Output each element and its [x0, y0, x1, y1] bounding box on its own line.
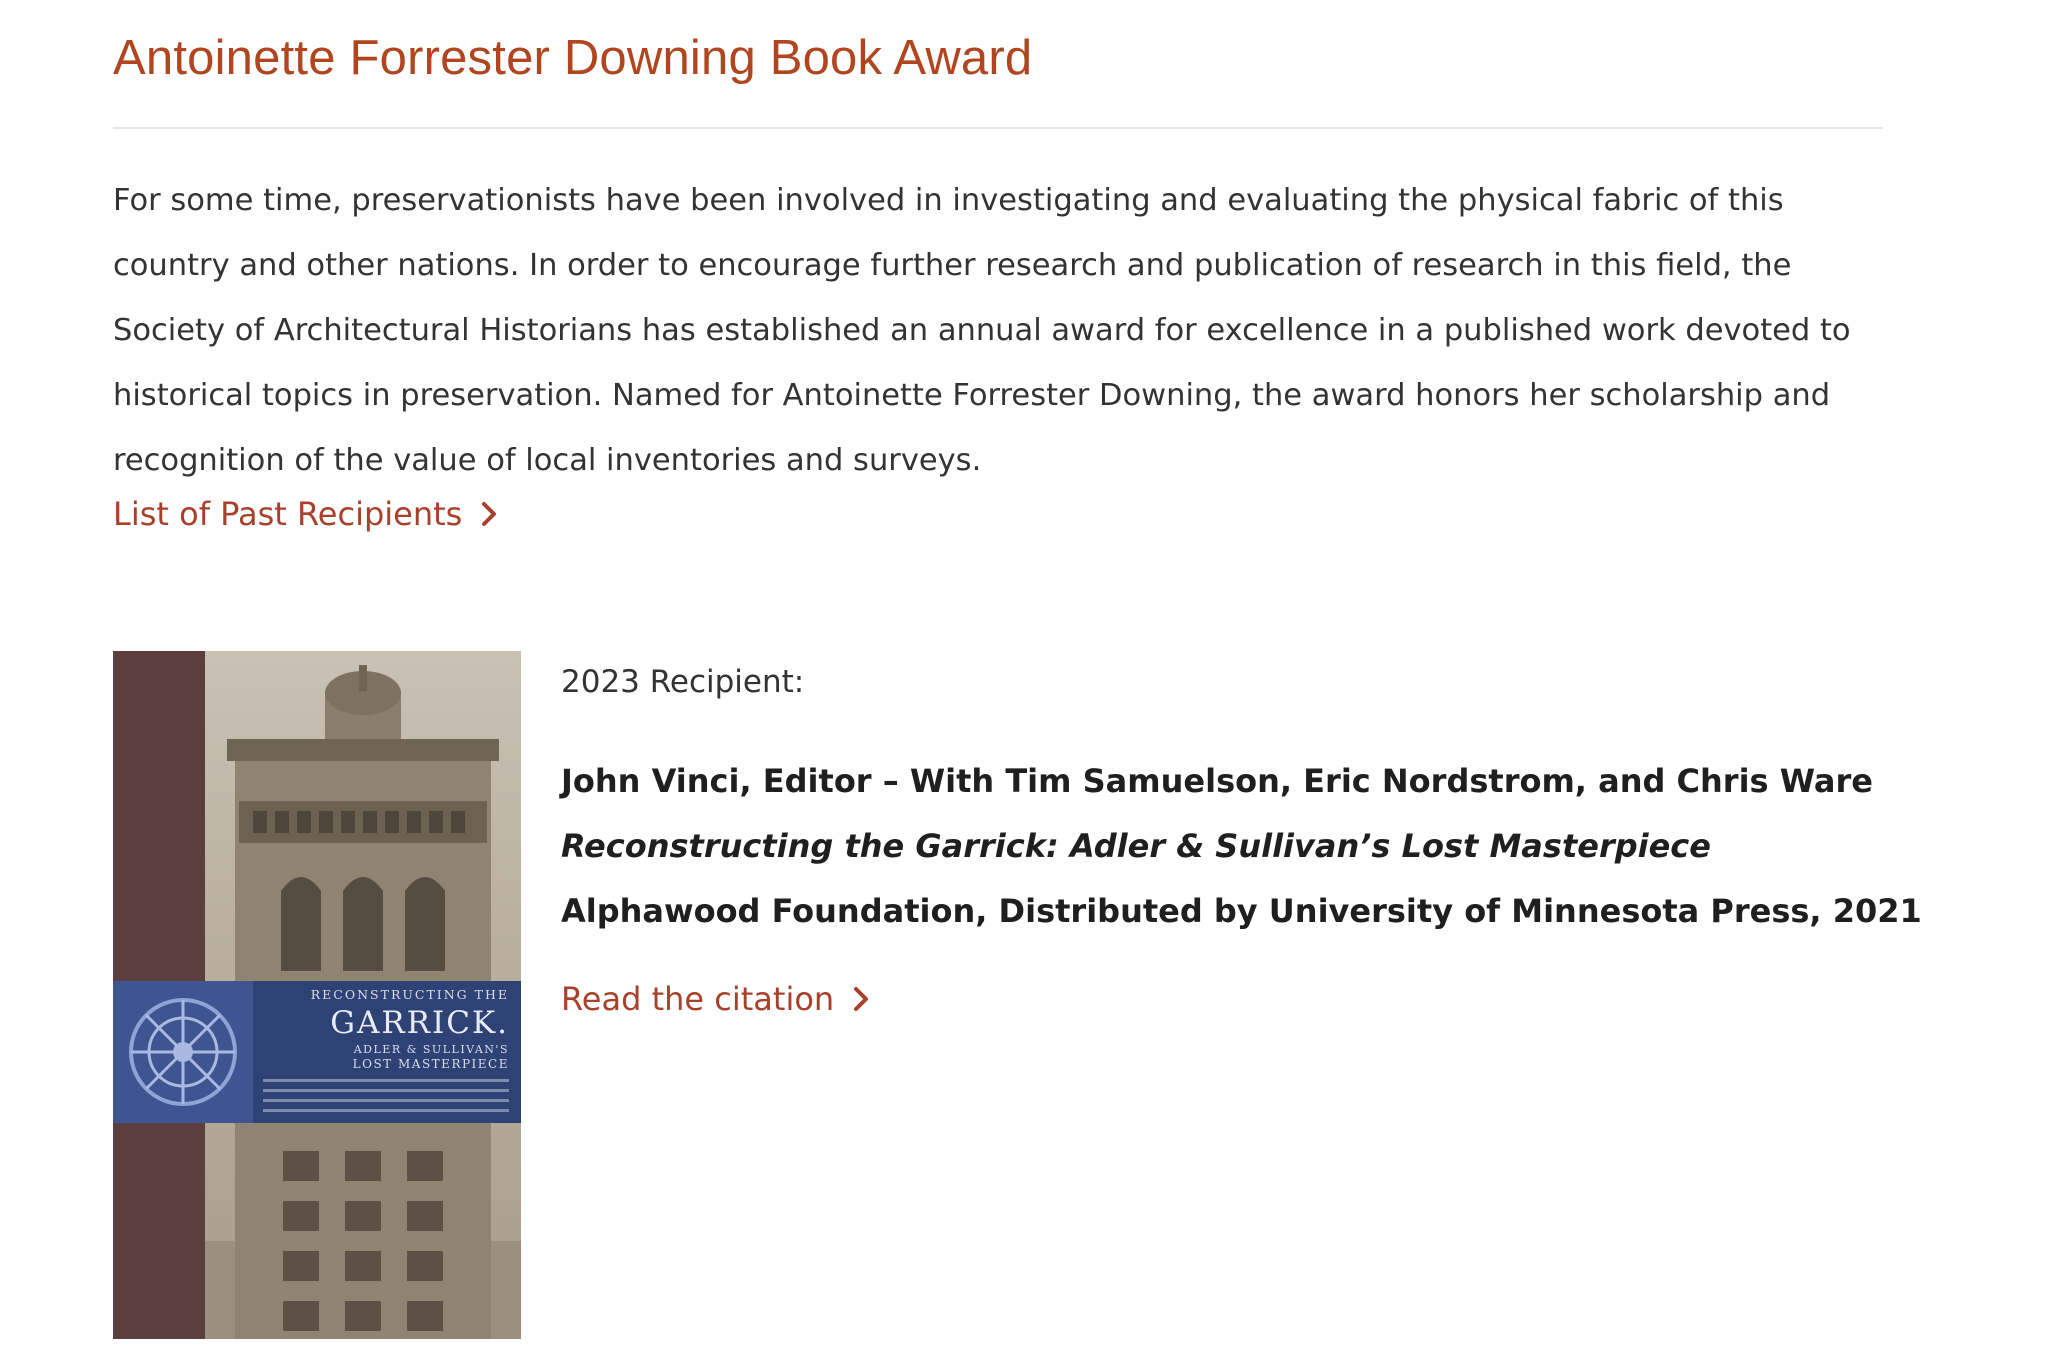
title-divider [113, 127, 1883, 129]
intro-paragraph: For some time, preservationists have bee… [113, 183, 1851, 478]
cover-fine-print [263, 1089, 509, 1092]
cover-fine-print [263, 1079, 509, 1082]
cover-text-line4: LOST MASTERPIECE [352, 1057, 509, 1071]
cover-text-line1: RECONSTRUCTING THE [310, 987, 509, 1002]
read-citation-link-label: Read the citation [561, 980, 835, 1018]
cover-fine-print [263, 1099, 509, 1102]
recipient-authors: John Vinci, Editor – With Tim Samuelson,… [561, 762, 1873, 800]
chevron-right-icon [854, 987, 869, 1011]
cover-medallion [113, 981, 253, 1123]
recipient-book-title: Reconstructing the Garrick: Adler & Sull… [561, 827, 1711, 865]
recipient-publisher: Alphawood Foundation, Distributed by Uni… [561, 892, 1922, 930]
book-cover-image: RECONSTRUCTING THE GARRICK. ADLER & SULL… [113, 651, 521, 1339]
cover-text-line2: GARRICK. [330, 1005, 509, 1041]
read-citation-link[interactable]: Read the citation [561, 980, 870, 1018]
ornament-icon [129, 998, 237, 1106]
cover-fine-print [263, 1109, 509, 1112]
recipient-label: 2023 Recipient: [561, 664, 805, 700]
page-title: Antoinette Forrester Downing Book Award [113, 31, 1033, 85]
cover-title-band: RECONSTRUCTING THE GARRICK. ADLER & SULL… [113, 981, 521, 1123]
cover-text-line3: ADLER & SULLIVAN'S [353, 1043, 509, 1056]
past-recipients-link[interactable]: List of Past Recipients [113, 495, 498, 533]
chevron-right-icon [482, 502, 497, 526]
past-recipients-link-label: List of Past Recipients [113, 495, 463, 533]
